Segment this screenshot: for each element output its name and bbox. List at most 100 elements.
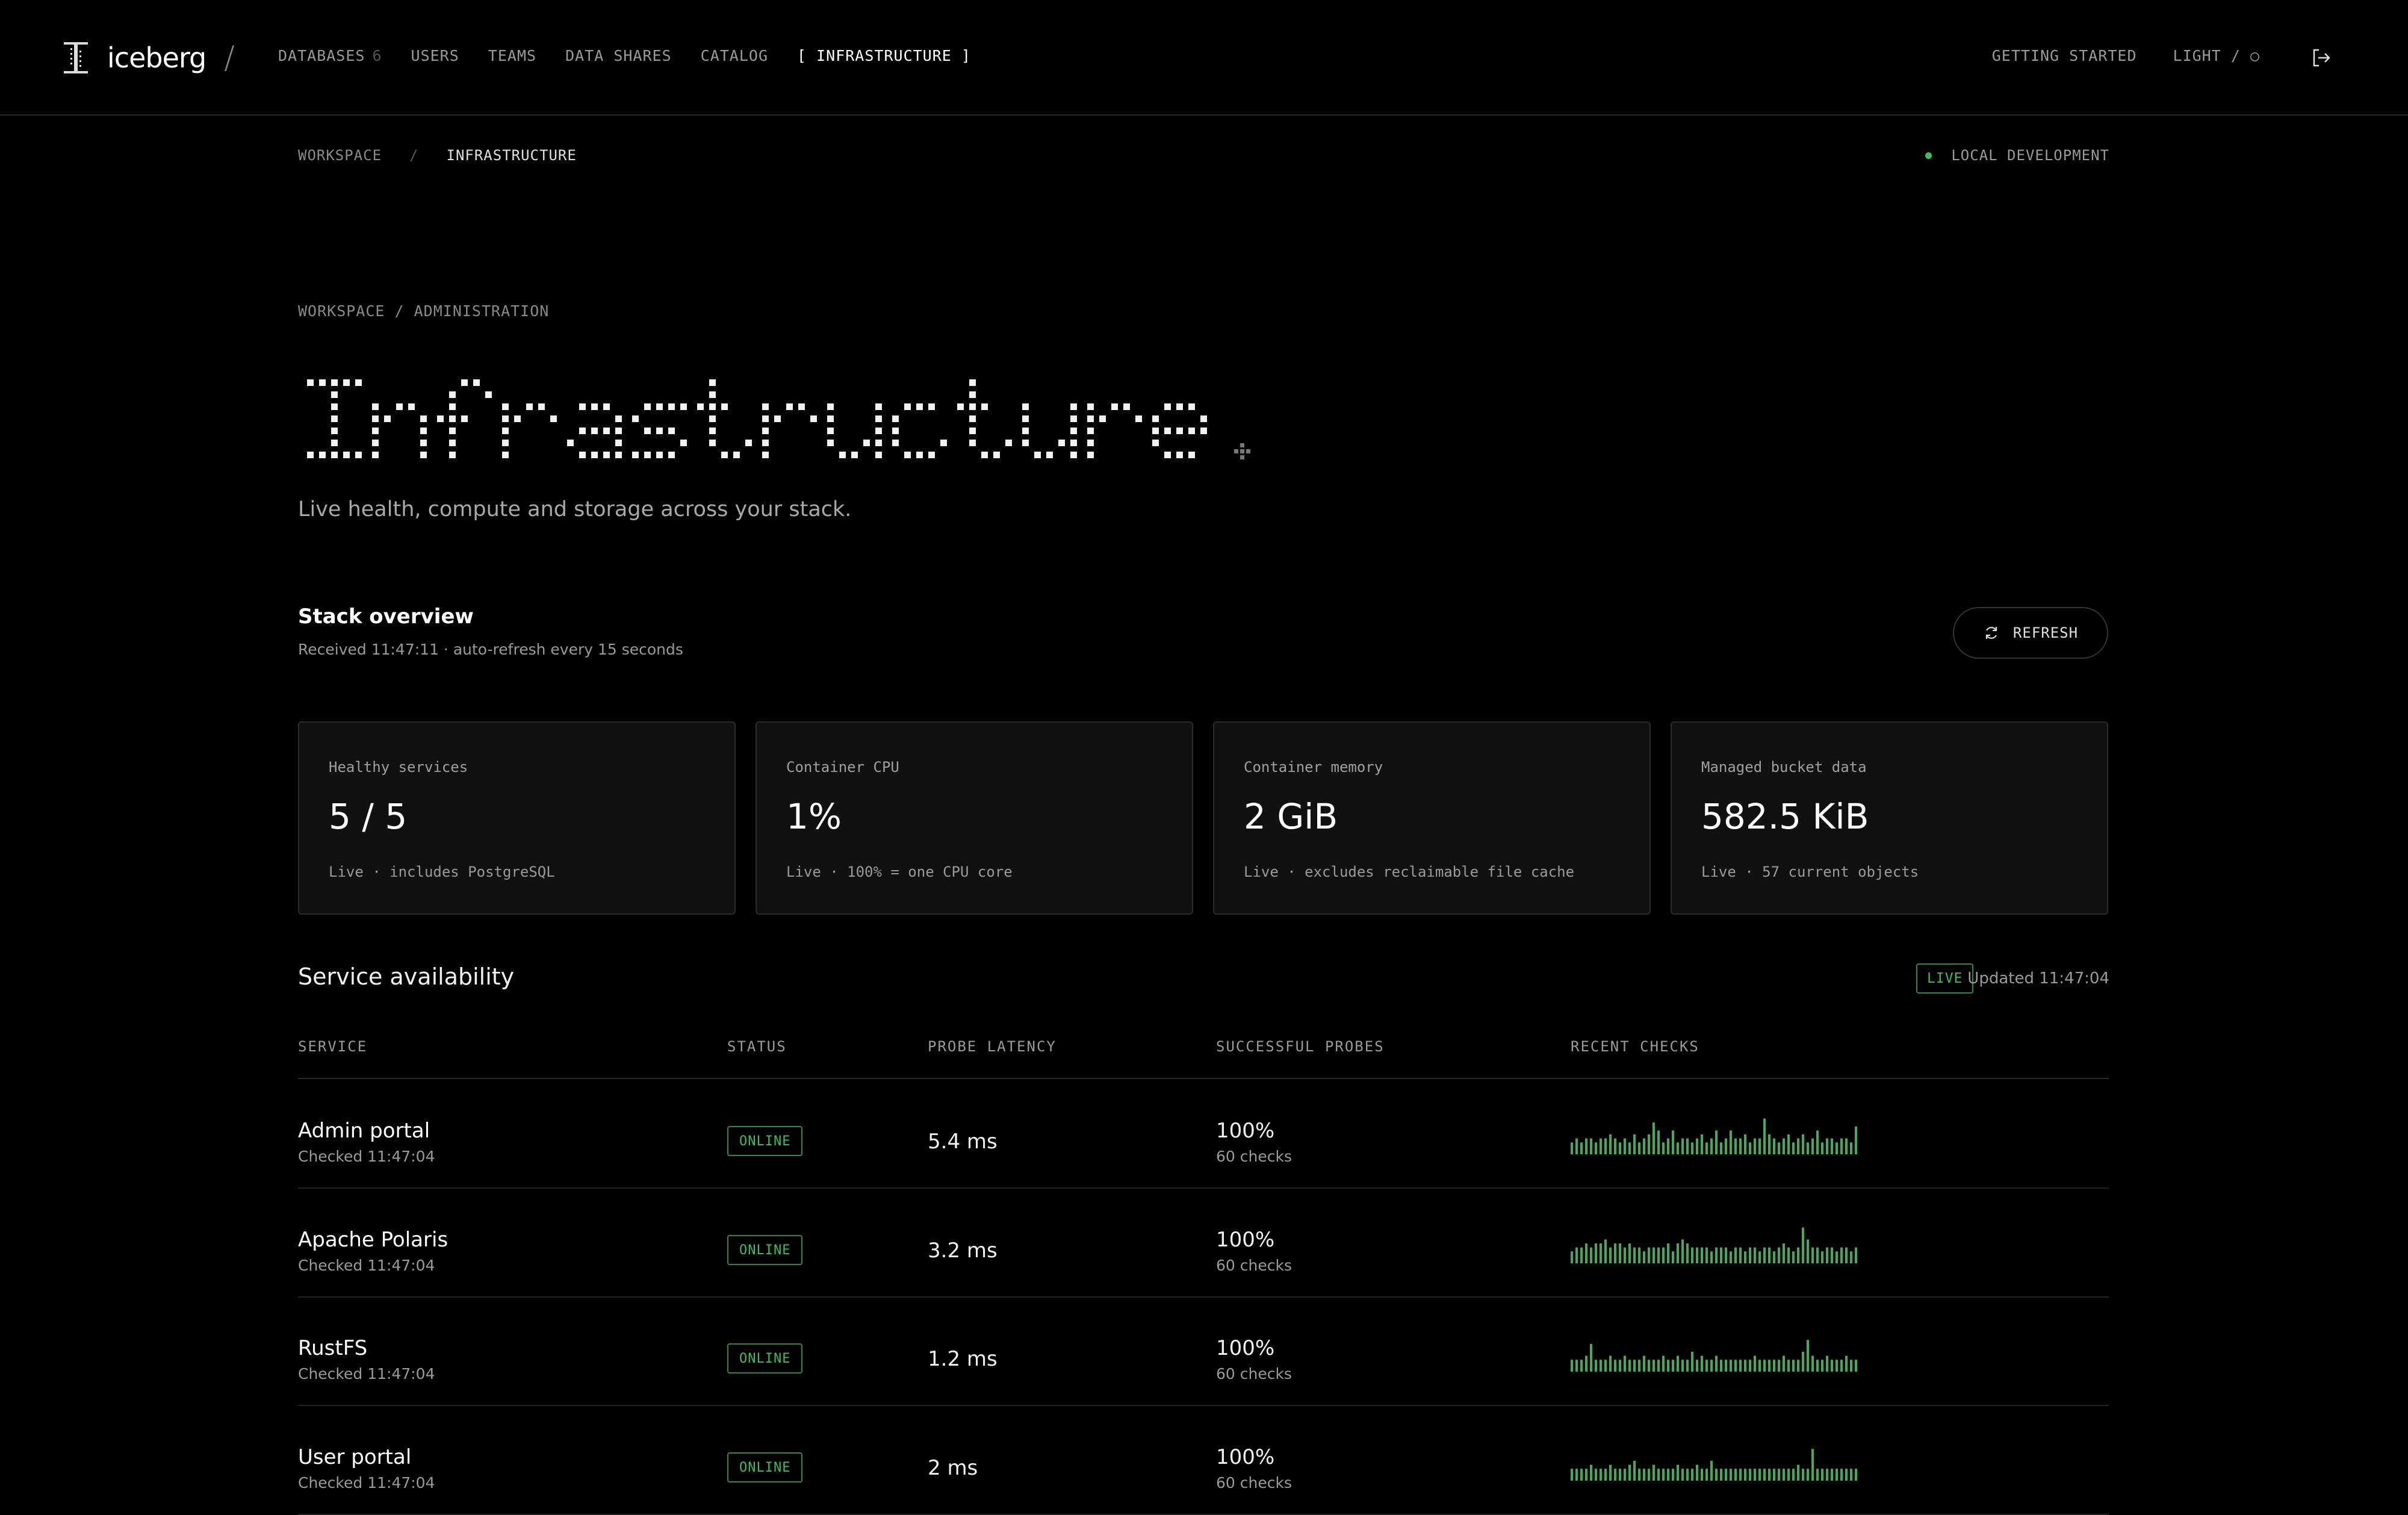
title-dot <box>656 452 663 458</box>
check-bar <box>1744 1469 1746 1481</box>
check-bar <box>1778 1360 1780 1372</box>
check-bar <box>1691 1352 1693 1372</box>
check-bar <box>1807 1142 1809 1154</box>
title-dot <box>331 403 338 410</box>
check-bar <box>1609 1464 1612 1481</box>
check-bar <box>1662 1469 1665 1481</box>
check-bar <box>1730 1251 1732 1263</box>
check-bar <box>1744 1251 1746 1263</box>
title-dot <box>1005 440 1012 446</box>
title-dot <box>697 403 704 410</box>
title-dot <box>680 403 687 410</box>
title-dot <box>461 379 468 386</box>
table-row[interactable]: Admin portal Checked 11:47:04 ONLINE 5.4… <box>298 1079 2109 1189</box>
check-bar <box>1667 1243 1669 1263</box>
title-dot <box>721 403 728 410</box>
getting-started-link[interactable]: GETTING STARTED <box>1992 47 2137 64</box>
nav-databases[interactable]: DATABASES 6 <box>278 47 382 64</box>
check-bar <box>1595 1360 1597 1372</box>
title-dot <box>644 403 651 410</box>
check-bar <box>1758 1469 1761 1481</box>
check-bar <box>1710 1251 1713 1263</box>
title-dot <box>526 403 533 410</box>
check-bar <box>1763 1247 1766 1263</box>
check-bar <box>1792 1469 1795 1481</box>
nav-users[interactable]: USERS <box>411 47 459 64</box>
title-dot <box>1200 428 1207 434</box>
check-bar <box>1826 1355 1828 1372</box>
check-bar <box>1855 1247 1857 1263</box>
title-dot <box>550 415 557 422</box>
title-dot <box>420 428 427 434</box>
recent-checks-sparkline <box>1571 1227 1857 1263</box>
check-bar <box>1638 1360 1640 1372</box>
service-name: User portal <box>298 1445 412 1469</box>
check-bar <box>1609 1247 1612 1263</box>
title-dot <box>827 403 834 410</box>
title-dot <box>798 403 805 410</box>
title-dot <box>969 428 976 434</box>
check-bar <box>1643 1469 1645 1481</box>
check-bar <box>1628 1243 1631 1263</box>
title-dot <box>733 452 740 458</box>
title-dot <box>449 428 456 434</box>
breadcrumb-workspace[interactable]: WORKSPACE <box>298 147 382 164</box>
logout-icon[interactable] <box>2310 47 2332 69</box>
check-bar <box>1638 1247 1640 1263</box>
title-dot <box>656 428 663 434</box>
table-row[interactable]: Apache Polaris Checked 11:47:04 ONLINE 3… <box>298 1188 2109 1298</box>
theme-toggle[interactable]: LIGHT / ○ <box>2173 47 2260 64</box>
check-bar <box>1811 1355 1814 1372</box>
check-bar <box>1807 1239 1809 1263</box>
title-dot <box>372 440 379 446</box>
title-dot <box>331 428 338 434</box>
check-bar <box>1821 1469 1823 1481</box>
title-dot <box>1022 403 1029 410</box>
check-bar <box>1787 1360 1790 1372</box>
column-service: SERVICE <box>298 1038 368 1055</box>
title-dot <box>449 403 456 410</box>
title-dot <box>928 403 935 410</box>
check-bar <box>1580 1360 1583 1372</box>
title-dot <box>420 440 427 446</box>
nav-catalog[interactable]: CATALOG <box>701 47 768 64</box>
title-dot <box>372 452 379 458</box>
check-bar <box>1768 1360 1770 1372</box>
title-dot <box>762 428 769 434</box>
check-bar <box>1773 1251 1775 1263</box>
card-bucket-data: Managed bucket data 582.5 KiB Live · 57 … <box>1671 721 2108 915</box>
table-header: SERVICE STATUS PROBE LATENCY SUCCESSFUL … <box>298 1038 2109 1079</box>
check-bar <box>1850 1251 1852 1263</box>
title-dot <box>615 452 622 458</box>
nav-teams[interactable]: TEAMS <box>488 47 536 64</box>
table-row[interactable]: RustFS Checked 11:47:04 ONLINE 1.2 ms 10… <box>298 1296 2109 1406</box>
title-dot <box>420 452 427 458</box>
top-navigation-bar: iceberg / DATABASES 6 USERS TEAMS DATA SH… <box>0 0 2408 116</box>
check-bar <box>1604 1138 1607 1154</box>
service-name: Admin portal <box>298 1119 430 1143</box>
nav-infrastructure[interactable]: [ INFRASTRUCTURE ] <box>797 47 971 64</box>
refresh-button[interactable]: REFRESH <box>1953 607 2108 659</box>
check-bar <box>1691 1469 1693 1481</box>
check-bar <box>1667 1469 1669 1481</box>
check-bar <box>1783 1469 1785 1481</box>
main-nav: DATABASES 6 USERS TEAMS DATA SHARES CATAL… <box>278 47 1000 64</box>
check-bar <box>1657 1247 1660 1263</box>
title-dot <box>1164 452 1171 458</box>
check-bar <box>1705 1247 1708 1263</box>
breadcrumb-separator: / <box>409 147 419 164</box>
nav-data-shares[interactable]: DATA SHARES <box>565 47 672 64</box>
title-dot <box>502 452 509 458</box>
check-bar <box>1744 1360 1746 1372</box>
check-bar <box>1595 1469 1597 1481</box>
title-dot <box>940 440 947 446</box>
check-bar <box>1604 1360 1607 1372</box>
table-row[interactable]: User portal Checked 11:47:04 ONLINE 2 ms… <box>298 1405 2109 1515</box>
title-dot <box>615 415 622 422</box>
check-bar <box>1744 1134 1746 1154</box>
title-dot <box>307 452 314 458</box>
check-bar <box>1821 1142 1823 1154</box>
app-logo[interactable]: iceberg / <box>63 40 235 76</box>
check-bar <box>1686 1360 1689 1372</box>
logo-separator: / <box>224 40 235 76</box>
